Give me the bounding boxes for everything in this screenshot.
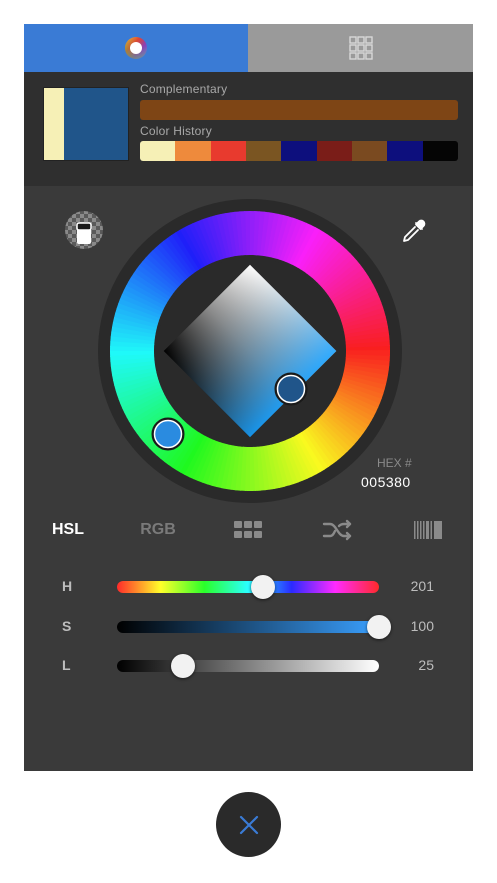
history-swatch[interactable] <box>387 141 423 161</box>
saturation-track[interactable] <box>117 621 379 633</box>
history-swatch[interactable] <box>422 141 458 161</box>
history-swatch[interactable] <box>245 141 282 161</box>
history-swatch[interactable] <box>351 141 388 161</box>
current-color <box>64 88 128 160</box>
slider-label-h: H <box>62 578 73 594</box>
color-history <box>140 141 458 161</box>
mode-barcode[interactable] <box>408 512 448 548</box>
complementary-label: Complementary <box>140 82 228 96</box>
previous-color[interactable] <box>44 88 64 160</box>
tab-bar <box>24 24 473 72</box>
history-swatch[interactable] <box>175 141 211 161</box>
saturation-slider-knob[interactable] <box>367 615 391 639</box>
color-wheel-area: HEX # 005380 <box>24 186 473 516</box>
hue-track[interactable] <box>117 581 379 593</box>
saturation-value: 100 <box>410 618 434 634</box>
sl-picker-handle[interactable] <box>274 372 308 406</box>
barcode-icon <box>414 521 442 539</box>
complementary-color-bar[interactable] <box>140 100 458 120</box>
history-swatch[interactable] <box>140 141 176 161</box>
slider-lightness: L 25 <box>24 650 473 680</box>
close-icon <box>239 815 258 834</box>
tab-color-wheel[interactable] <box>24 24 248 72</box>
tab-swatches[interactable] <box>248 24 473 72</box>
hue-slider-knob[interactable] <box>251 575 276 599</box>
lightness-slider-knob[interactable] <box>170 654 195 678</box>
lightness-value: 25 <box>418 657 434 673</box>
grid-icon <box>348 36 373 60</box>
color-preview-swatch[interactable] <box>43 87 129 161</box>
color-wheel-icon <box>125 37 147 59</box>
color-wheel[interactable] <box>95 196 405 506</box>
mode-palette[interactable] <box>228 512 268 548</box>
history-swatch[interactable] <box>210 141 246 161</box>
hex-value[interactable]: 005380 <box>361 474 421 490</box>
close-button[interactable] <box>216 792 281 857</box>
palette-grid-icon <box>234 521 262 538</box>
hue-picker-handle[interactable] <box>151 417 185 451</box>
mode-random[interactable] <box>318 512 358 548</box>
lightness-track[interactable] <box>117 660 379 672</box>
history-swatch[interactable] <box>281 141 317 161</box>
mode-rgb[interactable]: RGB <box>126 512 190 548</box>
history-swatch[interactable] <box>316 141 352 161</box>
slider-label-l: L <box>62 657 71 673</box>
slider-saturation: S 100 <box>24 611 473 641</box>
slider-label-s: S <box>62 618 72 634</box>
shuffle-icon <box>322 519 352 541</box>
hex-label: HEX # <box>377 456 412 470</box>
color-history-label: Color History <box>140 124 212 138</box>
slider-hue: H 201 <box>24 571 473 601</box>
mode-hsl[interactable]: HSL <box>36 512 100 548</box>
color-summary: Complementary Color History <box>24 72 473 186</box>
color-picker-panel: Complementary Color History HEX # 005380… <box>24 24 473 771</box>
mode-bar: HSL RGB <box>24 512 473 548</box>
hue-value: 201 <box>410 578 434 594</box>
